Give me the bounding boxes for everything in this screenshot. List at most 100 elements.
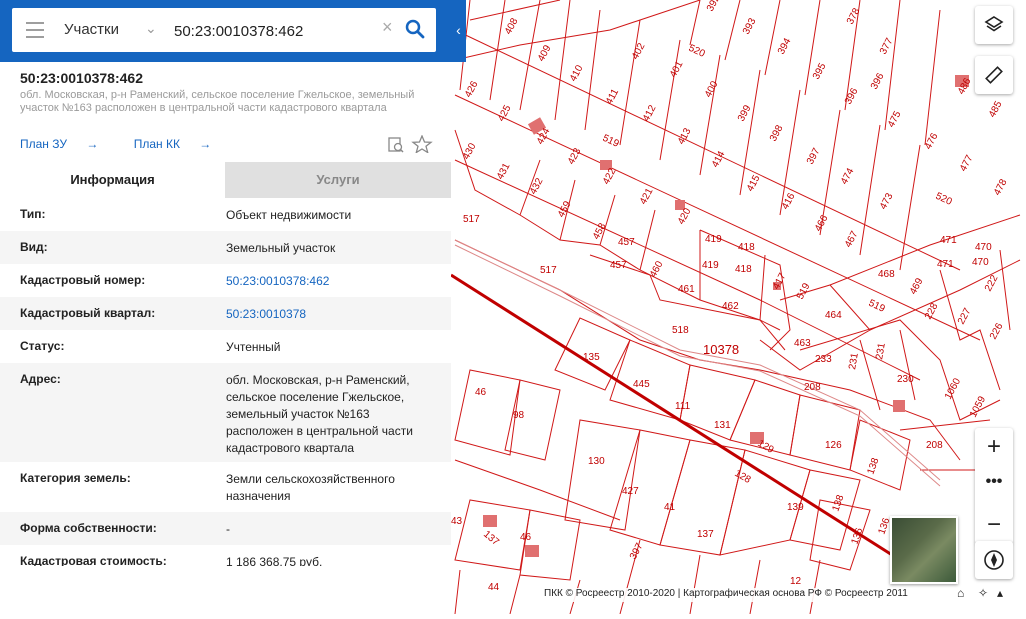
row-value: -	[226, 522, 230, 536]
share-icon[interactable]: ▴	[997, 586, 1003, 604]
svg-text:419: 419	[705, 234, 722, 245]
svg-text:41: 41	[664, 502, 676, 513]
search-box: Участки ⌄ ×	[12, 8, 436, 52]
plan-zu-link[interactable]: План ЗУ →	[20, 137, 114, 151]
search-icon[interactable]	[404, 18, 426, 40]
svg-text:457: 457	[618, 237, 635, 248]
row-key: Кадастровый квартал:	[20, 306, 156, 320]
object-actions	[388, 134, 433, 154]
svg-text:517: 517	[540, 265, 557, 276]
svg-text:10378: 10378	[703, 342, 739, 357]
search-bar: Участки ⌄ × ‹	[0, 0, 466, 62]
layers-button[interactable]	[975, 6, 1013, 44]
row-key: Категория земель:	[20, 471, 131, 485]
collapse-panel-icon[interactable]: ‹	[451, 18, 466, 42]
row-cadastral-number: Кадастровый номер: 50:23:0010378:462	[0, 264, 451, 297]
row-key: Кадастровая стоимость:	[20, 554, 167, 566]
svg-text:461: 461	[678, 284, 695, 295]
row-key: Форма собственности:	[20, 521, 157, 535]
svg-text:111: 111	[675, 401, 691, 412]
info-panel: 50:23:0010378:462 обл. Московская, р-н Р…	[0, 0, 451, 566]
row-value: Объект недвижимости	[226, 208, 352, 222]
svg-text:518: 518	[672, 325, 689, 336]
svg-text:418: 418	[735, 264, 752, 275]
svg-text:130: 130	[588, 456, 605, 467]
arrow-right-icon: →	[199, 137, 212, 151]
tab-services[interactable]: Услуги	[225, 162, 451, 198]
ruler-icon	[985, 66, 1003, 84]
compass-button[interactable]	[975, 541, 1013, 579]
row-value: обл. Московская, р-н Раменский, сельское…	[226, 373, 413, 455]
row-key: Адрес:	[20, 372, 61, 386]
satellite-layer-thumbnail[interactable]	[890, 516, 958, 584]
svg-text:44: 44	[488, 582, 500, 593]
svg-text:126: 126	[825, 440, 842, 451]
row-value: Учтенный	[226, 340, 281, 354]
zoom-in-button[interactable]: +	[975, 428, 1013, 466]
svg-text:462: 462	[722, 301, 739, 312]
location-icon[interactable]: ✧	[978, 586, 988, 604]
svg-text:464: 464	[825, 310, 842, 321]
tab-info[interactable]: Информация	[0, 162, 225, 198]
row-status: Статус: Учтенный	[0, 330, 451, 363]
close-icon[interactable]: ×	[382, 17, 393, 38]
plan-kk-label: План КК	[133, 137, 180, 151]
svg-text:46: 46	[520, 532, 532, 543]
row-key: Вид:	[20, 240, 48, 254]
cadastral-quarter-link[interactable]: 50:23:0010378	[226, 306, 436, 323]
svg-text:208: 208	[804, 382, 821, 393]
cadastral-number-link[interactable]: 50:23:0010378:462	[226, 273, 436, 290]
svg-text:98: 98	[513, 410, 525, 421]
svg-text:230: 230	[897, 374, 914, 385]
object-number: 50:23:0010378:462	[20, 70, 143, 86]
svg-text:471: 471	[937, 259, 954, 270]
svg-text:418: 418	[738, 242, 755, 253]
chevron-down-icon[interactable]: ⌄	[145, 20, 157, 37]
search-input[interactable]	[172, 18, 376, 44]
svg-text:135: 135	[583, 352, 600, 363]
row-key: Статус:	[20, 339, 65, 353]
map-attribution: ПКК © Росреестр 2010-2020 | Картографиче…	[540, 588, 912, 602]
svg-text:468: 468	[878, 269, 895, 280]
svg-text:470: 470	[975, 242, 992, 253]
search-doc-icon[interactable]	[388, 137, 404, 153]
search-type-select[interactable]: Участки	[64, 21, 119, 38]
svg-text:470: 470	[972, 257, 989, 268]
plan-kk-link[interactable]: План КК →	[134, 137, 228, 151]
svg-text:131: 131	[714, 420, 731, 431]
row-kind: Вид: Земельный участок	[0, 231, 451, 264]
svg-text:427: 427	[622, 486, 639, 497]
row-value: Земли сельскохозяйственного назначения	[226, 472, 395, 503]
object-header: 50:23:0010378:462 обл. Московская, р-н Р…	[20, 70, 440, 115]
object-address-short: обл. Московская, р-н Раменский, сельское…	[20, 89, 415, 114]
plan-zu-label: План ЗУ	[20, 137, 67, 151]
row-type: Тип: Объект недвижимости	[0, 198, 451, 231]
plan-links: План ЗУ → План КК →	[20, 137, 243, 151]
svg-text:139: 139	[787, 502, 804, 513]
home-icon[interactable]: ⌂	[957, 586, 964, 604]
star-icon[interactable]	[411, 134, 433, 154]
compass-icon	[984, 550, 1004, 570]
svg-text:208: 208	[926, 440, 943, 451]
svg-text:517: 517	[463, 214, 480, 225]
panel-tabs: Информация Услуги	[0, 162, 451, 198]
menu-icon[interactable]	[26, 22, 44, 38]
svg-text:43: 43	[451, 516, 463, 527]
svg-text:463: 463	[794, 338, 811, 349]
svg-text:137: 137	[697, 529, 714, 540]
svg-text:445: 445	[633, 379, 650, 390]
svg-text:471: 471	[940, 235, 957, 246]
zoom-controls: + ••• −	[975, 428, 1013, 544]
svg-text:419: 419	[702, 260, 719, 271]
attributes-table: Тип: Объект недвижимости Вид: Земельный …	[0, 198, 451, 566]
row-address: Адрес: обл. Московская, р-н Раменский, с…	[0, 363, 451, 462]
ruler-button[interactable]	[975, 56, 1013, 94]
row-value: 1 186 368,75 руб.	[226, 555, 323, 566]
row-cadastral-value: Кадастровая стоимость: 1 186 368,75 руб.	[0, 545, 451, 566]
more-button[interactable]: •••	[975, 466, 1013, 504]
svg-text:46: 46	[475, 387, 487, 398]
row-land-category: Категория земель: Земли сельскохозяйстве…	[0, 462, 451, 512]
zoom-out-button[interactable]: −	[975, 506, 1013, 544]
row-key: Кадастровый номер:	[20, 273, 146, 287]
layers-icon	[984, 16, 1004, 32]
